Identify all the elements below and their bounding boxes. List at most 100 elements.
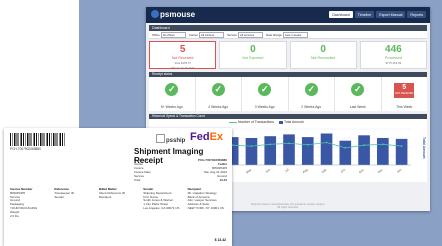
col-line: NEW YORK, NY 10001 US xyxy=(187,205,224,210)
meta-key: Total xyxy=(134,178,141,182)
brand-logo[interactable]: psmouse xyxy=(151,10,195,19)
x-tick-label: Aug xyxy=(302,167,309,174)
week-status-last[interactable]: ✓ Last Week xyxy=(335,77,382,111)
chart-bar[interactable] xyxy=(358,135,370,165)
carrier-select[interactable]: All carriers xyxy=(198,31,224,38)
col-line: Los Angeles, CA 90071 US xyxy=(143,205,180,210)
filter-label: Office xyxy=(152,32,160,37)
receipt-meta: Receipt ID PCH-7007902069880 Carrier FedEx… xyxy=(134,158,227,182)
stat-subtext: Total $255.07 xyxy=(174,61,192,65)
filter-label: Date Range xyxy=(265,32,282,37)
fedex-logo-ex: Ex xyxy=(209,131,224,143)
brand-icon xyxy=(151,10,159,18)
chart-bar[interactable] xyxy=(377,138,389,165)
filter-bar: Office All offices Carrier All carriers … xyxy=(149,31,427,39)
filter-date-range: Date Range Last 4 weeks xyxy=(265,31,308,38)
week-label: 2 Weeks Ago xyxy=(301,105,322,109)
alert-text: NOT RECEIVED xyxy=(395,92,414,95)
checkmark-icon: ✓ xyxy=(211,83,225,96)
stat-card-not-received[interactable]: 5 Not Received Total $255.07 Oldest: 10.… xyxy=(149,41,217,70)
service-select[interactable]: All services xyxy=(237,31,263,38)
chart-bar[interactable] xyxy=(301,137,314,165)
chart-bar[interactable] xyxy=(339,140,352,165)
x-tick-label: Jan xyxy=(396,167,403,173)
stat-label: Not Exported xyxy=(242,56,264,60)
office-select[interactable]: All offices xyxy=(160,31,186,38)
alert-badge: 5 NOT RECEIVED xyxy=(394,83,415,98)
barcode-number: PCH-7007902069880 xyxy=(10,147,41,151)
x-tick-label: Jun xyxy=(265,167,272,173)
week-label: 3 Weeks Ago xyxy=(254,105,275,109)
receipt-col-sender: Sender Shipping Department Firm Name Smi… xyxy=(143,187,183,218)
stat-card-not-reconciled[interactable]: 0 Not Reconciled xyxy=(289,41,357,69)
alert-count: 5 xyxy=(402,84,407,91)
fedex-logo: FedEx xyxy=(190,131,223,143)
x-tick-label: Dec xyxy=(377,167,384,174)
chart-point[interactable] xyxy=(400,145,403,147)
stat-number: 446 xyxy=(385,44,402,55)
chart-point[interactable] xyxy=(306,143,309,146)
stat-cards: 5 Not Received Total $255.07 Oldest: 10.… xyxy=(149,41,427,70)
col-line: 2.0 lbs xyxy=(10,213,19,218)
checkmark-icon: ✓ xyxy=(304,83,318,96)
stat-subtext: $775,466.99 xyxy=(385,61,402,65)
filter-carrier: Carrier All carriers xyxy=(188,31,224,38)
main-nav: Dashboard Timeline Export Manual Reports xyxy=(329,11,426,18)
week-status-5plus[interactable]: ✓ 5+ Weeks Ago xyxy=(149,77,196,111)
receipt-col-invoice: Invoice Number 805035405 Service Ground … xyxy=(10,187,50,218)
chart-point[interactable] xyxy=(381,143,384,146)
chart-bar[interactable] xyxy=(245,138,258,165)
stat-number: 0 xyxy=(250,44,256,55)
chart-point[interactable] xyxy=(250,145,253,147)
chart-point[interactable] xyxy=(288,142,290,145)
week-status-3[interactable]: ✓ 3 Weeks Ago xyxy=(242,77,289,111)
receipt-col-billed: Billed Matter Client Reference ID Recipi… xyxy=(98,187,139,218)
chart-bar[interactable] xyxy=(264,136,277,165)
psship-logo: psship xyxy=(156,134,185,144)
filter-label: Carrier xyxy=(188,32,198,37)
stat-number: 0 xyxy=(320,44,326,55)
date-range-select[interactable]: Last 4 weeks xyxy=(282,31,308,38)
filter-label: Service xyxy=(226,32,237,37)
checkmark-icon: ✓ xyxy=(258,83,272,96)
psship-logo-text: psship xyxy=(166,138,186,144)
stat-label: Processed xyxy=(384,56,402,60)
stat-number: 5 xyxy=(179,44,186,55)
week-status-4[interactable]: ✓ 4 Weeks Ago xyxy=(196,77,242,111)
fedex-logo-fed: Fed xyxy=(190,131,210,143)
receipt-col-recipient: Recipient Mr. Litigation Strategy Bank o… xyxy=(187,187,228,218)
top-nav-bar: psmouse Dashboard Timeline Export Manual… xyxy=(146,7,430,23)
filter-service: Service All services xyxy=(226,31,263,38)
barcode xyxy=(10,133,65,146)
nav-tab-export-manual[interactable]: Export Manual xyxy=(376,11,406,18)
week-status-2[interactable]: ✓ 2 Weeks Ago xyxy=(289,77,335,111)
stat-label: Not Received xyxy=(171,56,194,60)
chart-point[interactable] xyxy=(344,147,347,149)
chart-bar[interactable] xyxy=(320,133,333,166)
receipt-total: $ 13.42 xyxy=(214,238,226,242)
filter-office: Office All offices xyxy=(152,31,186,38)
chart-point[interactable] xyxy=(269,143,272,146)
week-label: This Week xyxy=(396,105,413,109)
nav-tab-reports[interactable]: Reports xyxy=(407,11,426,18)
chart-bar[interactable] xyxy=(395,138,408,165)
checkmark-icon: ✓ xyxy=(351,83,365,96)
stat-subtext-2: Oldest: 10.15.2024 xyxy=(170,66,195,70)
chart-point[interactable] xyxy=(231,144,234,147)
meta-row: Total 13.42 xyxy=(134,178,227,182)
chart-point[interactable] xyxy=(363,144,365,147)
week-status-this[interactable]: 5 NOT RECEIVED This Week xyxy=(382,77,428,111)
stat-card-not-exported[interactable]: 0 Not Exported xyxy=(219,41,287,69)
shipment-receipt: PCH-7007902069880 psship FedEx Shipment … xyxy=(4,128,232,246)
chart-point[interactable] xyxy=(325,141,328,144)
nav-tab-dashboard[interactable]: Dashboard xyxy=(329,11,353,18)
stat-card-processed[interactable]: 446 Processed $775,466.99 xyxy=(359,41,427,69)
week-label: 5+ Weeks Ago xyxy=(160,105,183,109)
stat-label: Not Reconciled xyxy=(310,56,336,60)
chart-bar[interactable] xyxy=(283,134,295,165)
week-label: 4 Weeks Ago xyxy=(208,105,229,109)
col-line: Recipient xyxy=(98,194,112,199)
nav-tab-timeline[interactable]: Timeline xyxy=(354,11,375,18)
receipt-columns: Invoice Number 805035405 Service Ground … xyxy=(10,187,228,218)
x-tick-label: Oct xyxy=(340,168,346,174)
